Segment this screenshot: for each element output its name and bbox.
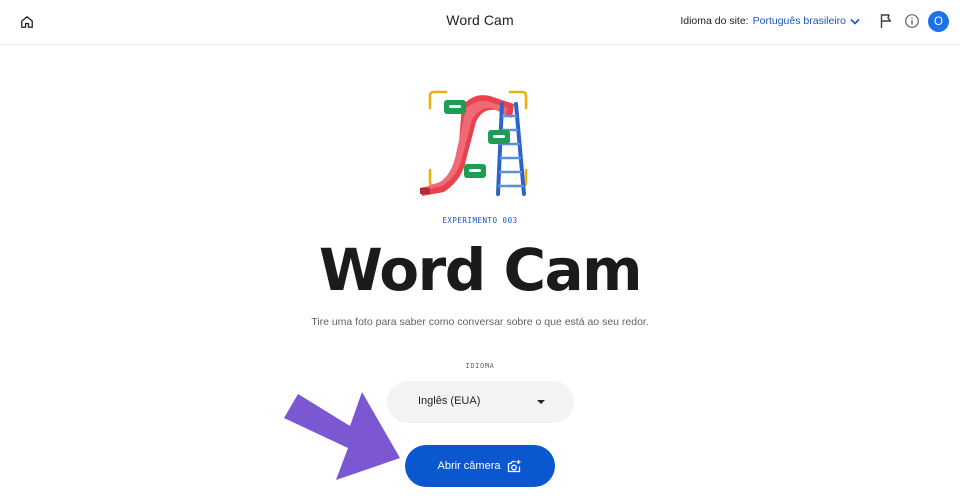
- site-language-label: Idioma do site:: [680, 15, 749, 27]
- annotation-arrow-icon: [284, 392, 400, 480]
- language-selected-value: Inglês (EUA): [418, 395, 481, 407]
- language-label: IDIOMA: [465, 362, 495, 370]
- chevron-down-icon: [850, 18, 860, 25]
- info-button[interactable]: [904, 13, 920, 29]
- report-flag-button[interactable]: [878, 13, 894, 29]
- camera-add-icon: [507, 459, 522, 473]
- dropdown-caret-icon: [537, 400, 545, 404]
- open-camera-button[interactable]: Abrir câmera: [405, 445, 555, 487]
- site-language-value[interactable]: Português brasileiro: [753, 15, 846, 27]
- open-camera-label: Abrir câmera: [437, 460, 501, 472]
- avatar[interactable]: O: [928, 11, 949, 32]
- top-bar: Word Cam Idioma do site: Português brasi…: [0, 0, 960, 45]
- slide-illustration: [420, 90, 528, 196]
- experiment-label: EXPERIMENTO 003: [442, 216, 518, 225]
- site-language-selector[interactable]: Idioma do site: Português brasileiro: [680, 15, 860, 27]
- page-title: Word Cam: [318, 236, 643, 304]
- info-icon: [905, 14, 919, 28]
- page: Word Cam Idioma do site: Português brasi…: [0, 0, 960, 500]
- flag-icon: [880, 14, 892, 28]
- page-subtitle: Tire uma foto para saber como conversar …: [311, 316, 649, 328]
